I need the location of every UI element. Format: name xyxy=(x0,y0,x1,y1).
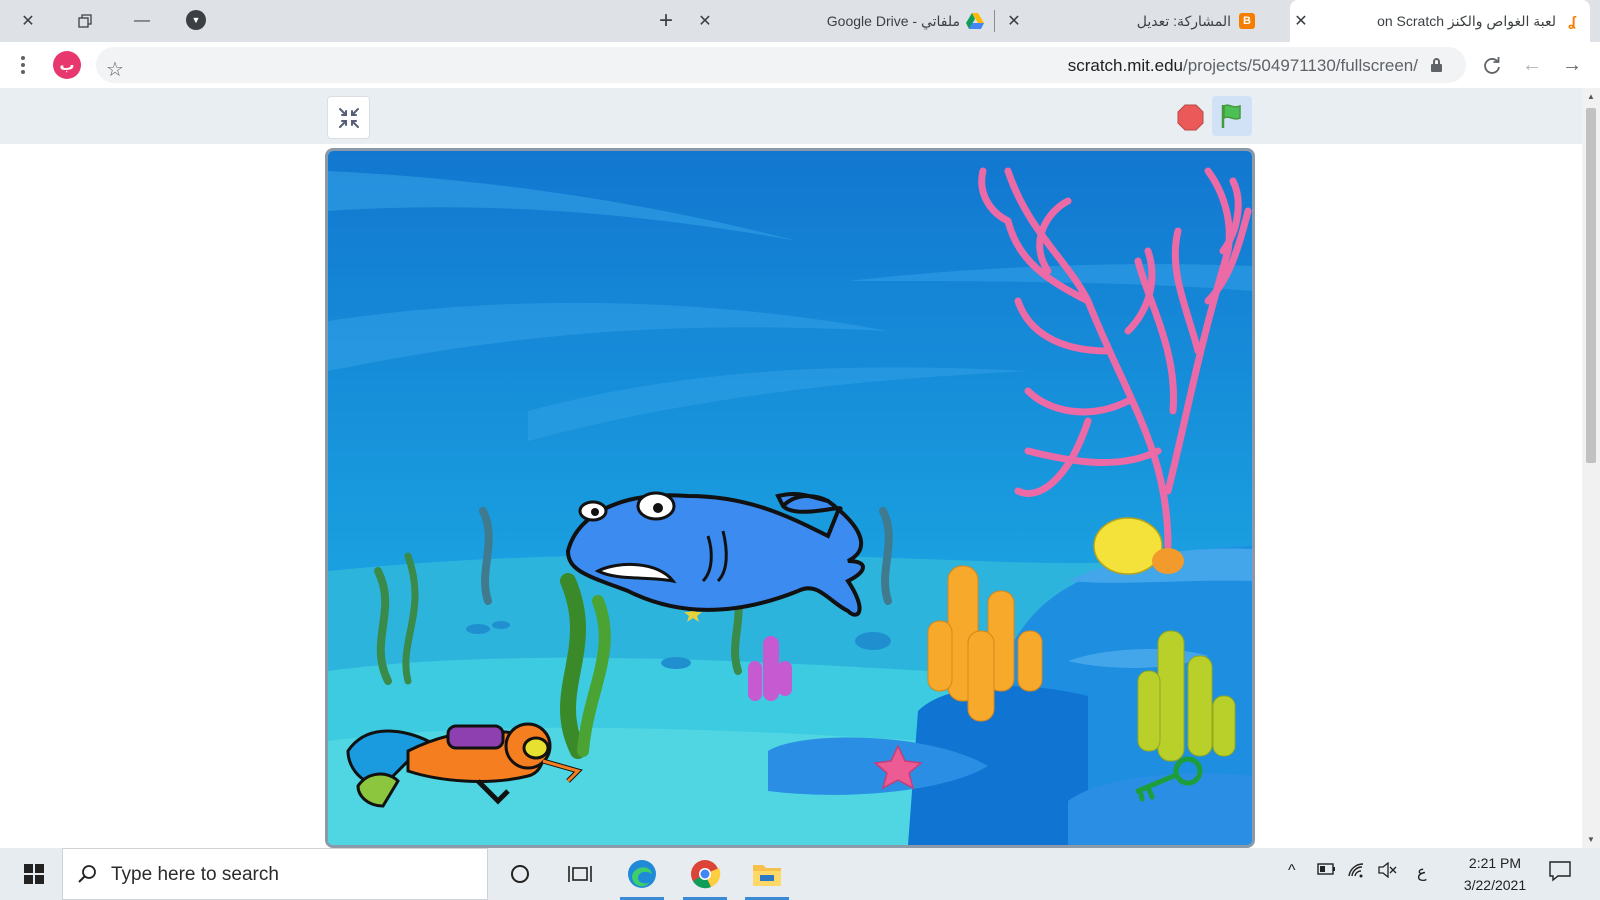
task-view-icon[interactable] xyxy=(550,848,610,900)
cortana-icon[interactable] xyxy=(490,848,550,900)
tab-title: لعبة الغواص والكنز on Scratch xyxy=(1377,12,1556,29)
scroll-down-arrow-icon[interactable]: ▼ xyxy=(1587,835,1595,844)
lock-icon[interactable] xyxy=(1431,58,1442,72)
menu-icon[interactable] xyxy=(20,54,26,76)
scroll-up-arrow-icon[interactable]: ▲ xyxy=(1587,92,1595,101)
search-placeholder: Type here to search xyxy=(111,864,279,885)
battery-icon[interactable] xyxy=(1317,862,1337,881)
close-tab-icon[interactable]: ✕ xyxy=(1290,10,1312,32)
tab-strip: ✕ — ▼ + ملفاتي - Google Drive ✕ B المشار… xyxy=(0,0,1600,42)
unfullscreen-icon xyxy=(338,107,359,128)
tab-search-icon[interactable]: ▼ xyxy=(186,10,206,30)
close-tab-icon[interactable]: ✕ xyxy=(694,10,716,32)
profile-avatar[interactable]: ب xyxy=(53,51,81,79)
scratch-fullscreen-page xyxy=(0,88,1582,848)
page-scrollbar[interactable]: ▲ ▼ xyxy=(1582,88,1600,848)
tab-separator xyxy=(994,10,995,32)
windows-logo-icon xyxy=(24,864,44,884)
stop-icon xyxy=(1177,104,1204,131)
green-flag-icon xyxy=(1221,104,1241,128)
stage-scene xyxy=(328,151,1252,845)
scrollbar-thumb[interactable] xyxy=(1586,108,1596,463)
green-flag-button[interactable] xyxy=(1212,96,1252,136)
blogger-icon: B xyxy=(1239,13,1255,29)
back-arrow-icon[interactable]: → xyxy=(1557,50,1587,80)
address-bar[interactable]: ☆ scratch.mit.edu/projects/504971130/ful… xyxy=(96,47,1466,83)
wifi-icon[interactable] xyxy=(1347,862,1367,883)
close-window-button[interactable]: ✕ xyxy=(13,6,43,36)
scratch-stage[interactable] xyxy=(325,148,1255,848)
show-hidden-icons-icon[interactable]: ^ xyxy=(1288,862,1296,880)
notification-center-icon[interactable] xyxy=(1548,860,1584,888)
tab-blogger-edit[interactable]: B المشاركة: تعديل ✕ xyxy=(1003,0,1265,42)
edge-icon[interactable] xyxy=(612,848,672,900)
url-path: /projects/504971130/fullscreen/ xyxy=(1182,56,1418,75)
tab-scratch-project[interactable]: ʆ لعبة الغواص والكنز on Scratch ✕ xyxy=(1290,0,1590,42)
windows-taskbar: Type here to search ^ ع 2:21 PM 3/22/202… xyxy=(0,848,1600,900)
unfullscreen-button[interactable] xyxy=(327,96,370,139)
search-icon xyxy=(78,865,96,883)
chrome-icon[interactable] xyxy=(675,848,735,900)
taskbar-search-box[interactable]: Type here to search xyxy=(62,848,488,900)
new-tab-button[interactable]: + xyxy=(652,7,680,35)
volume-muted-icon[interactable] xyxy=(1377,861,1397,883)
url-text: scratch.mit.edu/projects/504971130/fulls… xyxy=(1068,56,1418,76)
browser-toolbar: ب ☆ scratch.mit.edu/projects/504971130/f… xyxy=(0,42,1600,88)
reload-icon[interactable] xyxy=(1477,50,1507,80)
clock-date: 3/22/2021 xyxy=(1463,877,1527,893)
system-clock[interactable]: 2:21 PM 3/22/2021 xyxy=(1440,852,1550,896)
stage-header-bar xyxy=(0,88,1582,144)
google-drive-icon xyxy=(966,13,984,29)
tab-title: المشاركة: تعديل xyxy=(1136,12,1231,29)
start-button[interactable] xyxy=(8,848,60,900)
clock-time: 2:21 PM xyxy=(1468,855,1522,871)
tab-google-drive[interactable]: ملفاتي - Google Drive ✕ xyxy=(694,0,994,42)
close-tab-icon[interactable]: ✕ xyxy=(1003,10,1025,32)
restore-window-button[interactable] xyxy=(70,6,100,36)
stop-button[interactable] xyxy=(1177,104,1204,131)
file-explorer-icon[interactable] xyxy=(737,848,797,900)
tab-title: ملفاتي - Google Drive xyxy=(826,12,960,29)
bookmark-star-icon[interactable]: ☆ xyxy=(106,57,124,82)
url-domain: scratch.mit.edu xyxy=(1067,56,1183,75)
forward-arrow-icon[interactable]: ← xyxy=(1517,50,1547,80)
minimize-window-button[interactable]: — xyxy=(127,6,157,36)
blogger-orange-icon: ʆ xyxy=(1564,13,1580,29)
input-language-indicator[interactable]: ع xyxy=(1417,862,1427,882)
